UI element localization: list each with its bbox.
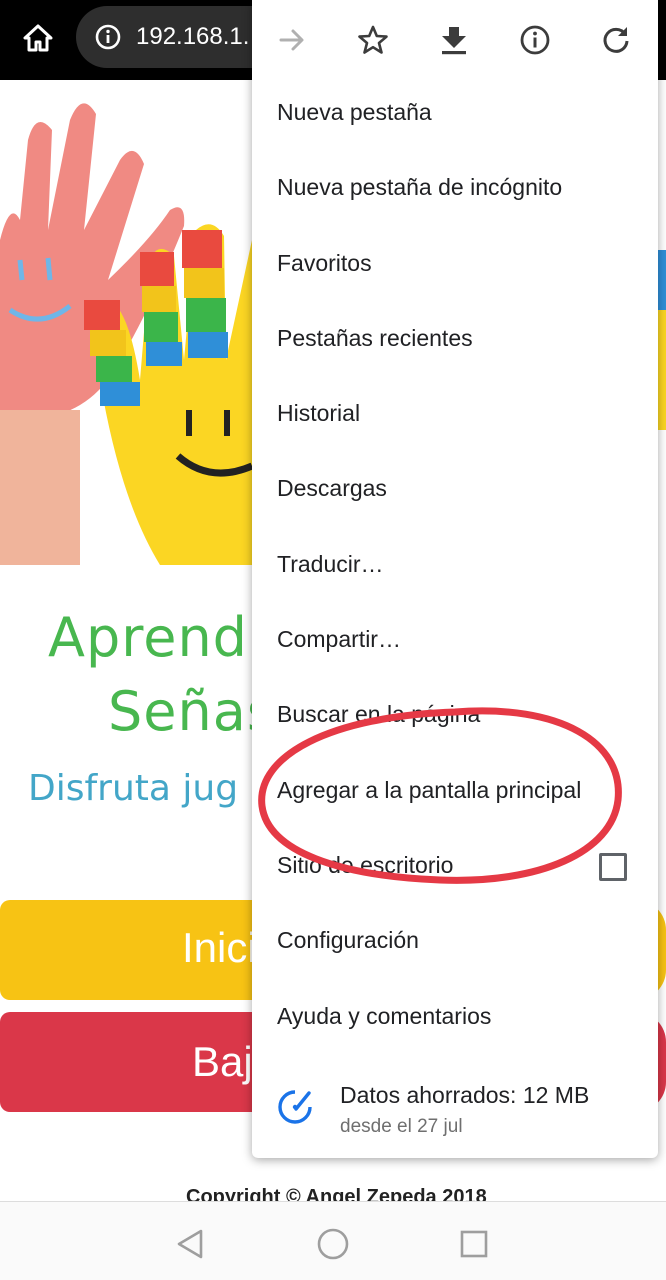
forward-icon[interactable] [272, 20, 312, 60]
menu-item-desktop-site[interactable]: Sitio de escritorio [252, 830, 658, 905]
menu-item-history[interactable]: Historial [252, 378, 658, 453]
menu-item-label: Buscar en la página [277, 701, 481, 727]
start-button-label: Inici [182, 924, 257, 971]
page-title-line1: Aprend [48, 606, 248, 669]
site-info-icon[interactable] [94, 23, 122, 56]
menu-item-find-in-page[interactable]: Buscar en la página [252, 679, 658, 754]
menu-item-translate[interactable]: Traducir… [252, 529, 658, 604]
browser-overflow-menu: Nueva pestaña Nueva pestaña de incógnito… [252, 0, 658, 1158]
menu-item-label: Ayuda y comentarios [277, 1003, 492, 1029]
menu-item-recent-tabs[interactable]: Pestañas recientes [252, 303, 658, 378]
home-nav-icon[interactable] [313, 1224, 353, 1264]
menu-item-label: Historial [277, 400, 361, 426]
reload-icon[interactable] [596, 20, 636, 60]
menu-item-label: Compartir… [277, 626, 401, 652]
menu-item-new-incognito-tab[interactable]: Nueva pestaña de incógnito [252, 152, 658, 227]
desktop-site-checkbox[interactable] [599, 853, 627, 881]
data-saver-summary[interactable]: Datos ahorrados: 12 MB desde el 27 jul [252, 1060, 658, 1150]
data-saved-label: Datos ahorrados: 12 MB [340, 1082, 590, 1108]
data-saved-sublabel: desde el 27 jul [340, 1116, 463, 1137]
page-title-line2: Señas [108, 680, 276, 743]
download-icon[interactable] [434, 20, 474, 60]
url-text: 192.168.1. [136, 23, 250, 50]
menu-item-settings[interactable]: Configuración [252, 905, 658, 980]
menu-item-bookmarks[interactable]: Favoritos [252, 228, 658, 303]
info-icon[interactable] [515, 20, 555, 60]
menu-item-new-tab[interactable]: Nueva pestaña [252, 77, 658, 152]
menu-item-add-to-home-screen[interactable]: Agregar a la pantalla principal [252, 755, 658, 830]
menu-item-label: Traducir… [277, 551, 384, 577]
menu-item-share[interactable]: Compartir… [252, 604, 658, 679]
menu-item-help-feedback[interactable]: Ayuda y comentarios [252, 981, 658, 1056]
menu-item-label: Sitio de escritorio [277, 852, 454, 878]
menu-item-label: Nueva pestaña [277, 99, 432, 125]
menu-item-downloads[interactable]: Descargas [252, 453, 658, 528]
menu-item-label: Favoritos [277, 250, 372, 276]
menu-item-label: Pestañas recientes [277, 325, 473, 351]
menu-action-row [252, 0, 658, 80]
page-subtitle: Disfruta jug [28, 768, 239, 809]
back-icon[interactable] [170, 1224, 210, 1264]
system-navigation-bar [0, 1201, 666, 1280]
menu-item-label: Agregar a la pantalla principal [277, 777, 582, 803]
menu-item-label: Descargas [277, 475, 387, 501]
menu-item-label: Nueva pestaña de incógnito [277, 174, 563, 200]
star-icon[interactable] [353, 20, 393, 60]
data-saver-icon [276, 1088, 314, 1131]
menu-item-label: Configuración [277, 927, 419, 953]
recents-icon[interactable] [454, 1224, 494, 1264]
home-icon[interactable] [14, 16, 62, 60]
